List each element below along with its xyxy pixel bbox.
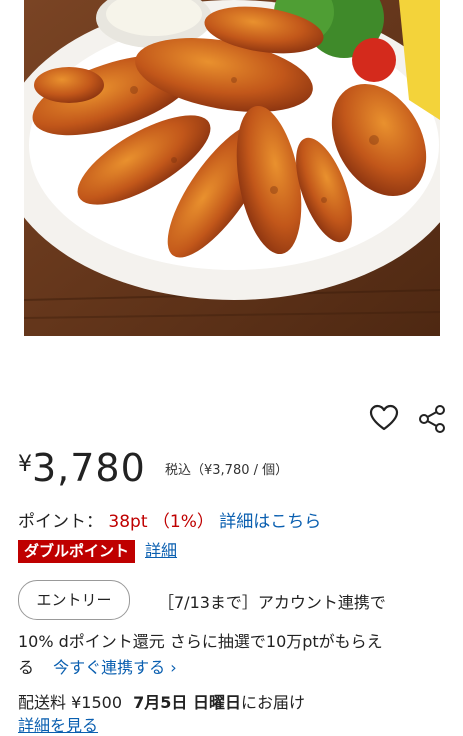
heart-icon[interactable] — [369, 404, 399, 432]
fried-chicken-wings-photo — [24, 0, 440, 336]
points-label: ポイント： — [18, 512, 103, 532]
campaign-line-3: る 今すぐ連携する › — [18, 654, 177, 678]
points-value: 38pt — [108, 512, 148, 532]
points-detail-link[interactable]: 詳細はこちら — [219, 512, 321, 532]
points-rate: （1%） — [152, 512, 214, 532]
double-points-row: ダブルポイント 詳細 — [18, 537, 177, 563]
shipping-detail-link[interactable]: 詳細を見る — [18, 712, 98, 736]
shipping-label: 配送料 — [18, 693, 67, 712]
share-icon[interactable] — [418, 404, 446, 434]
double-points-badge: ダブルポイント — [18, 540, 136, 563]
points-row: ポイント： 38pt （1%） 詳細はこちら — [18, 507, 321, 532]
link-account-link[interactable]: 今すぐ連携する › — [53, 658, 177, 677]
currency-symbol: ¥ — [18, 452, 32, 477]
price-amount: 3,780 — [32, 446, 146, 490]
delivery-date: 7月5日 日曜日 — [133, 693, 241, 712]
campaign-line-1: ［7/13まで］アカウント連携で — [158, 593, 386, 612]
price: ¥3,780 — [18, 446, 146, 490]
product-image — [24, 0, 440, 336]
tax-note: 税込（¥3,780 / 個） — [165, 463, 289, 478]
campaign-line-3-prefix: る — [18, 658, 35, 677]
shipping-fee: ¥1500 — [71, 693, 123, 712]
shipping-row: 配送料 ¥1500 7月5日 日曜日にお届け — [18, 689, 305, 713]
delivery-suffix: にお届け — [240, 693, 305, 712]
entry-button[interactable]: エントリー — [18, 580, 130, 620]
campaign-line-2: 10% dポイント還元 さらに抽選で10万ptがもらえ — [18, 632, 383, 651]
double-points-detail-link[interactable]: 詳細 — [145, 541, 177, 560]
